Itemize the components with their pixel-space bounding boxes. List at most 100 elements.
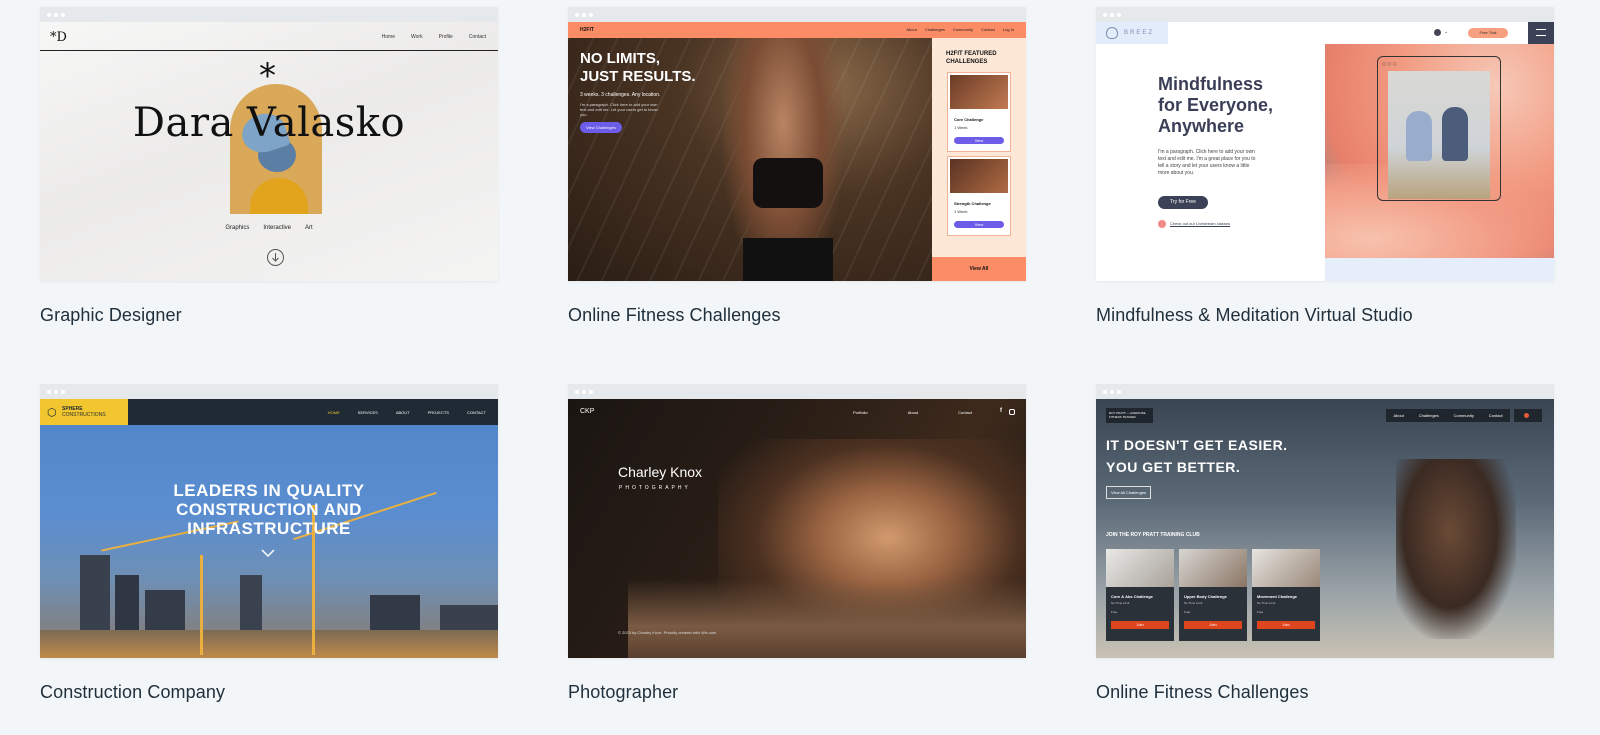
site-logo: *D	[50, 30, 67, 45]
hero-line-1: LEADERS IN QUALITY	[173, 481, 365, 500]
account-icon[interactable]	[1434, 29, 1441, 36]
tag-art[interactable]: Art	[305, 225, 313, 231]
account-menu[interactable]	[1514, 409, 1542, 422]
join-button[interactable]: Join	[1257, 621, 1315, 629]
nav-profile[interactable]: Profile	[439, 34, 453, 40]
nav-portfolio[interactable]: Portfolio	[853, 410, 868, 415]
challenge-image	[1106, 549, 1174, 587]
site-logo: ROY PRATT — EXERCISE FITNESS TRAINER	[1109, 411, 1146, 419]
nav-home[interactable]: HOME	[328, 410, 340, 415]
tag-interactive[interactable]: Interactive	[263, 225, 291, 231]
hero-heading: Mindfulness for Everyone, Anywhere	[1158, 74, 1274, 136]
challenge-name: Core & Abs Challenge	[1111, 594, 1153, 599]
site-nav: About Challenges Community Contact Log I…	[906, 27, 1014, 32]
hero-image: ○○○	[1325, 44, 1554, 258]
try-free-button[interactable]: Try for Free	[1158, 196, 1208, 209]
view-all-challenges-button[interactable]: View All Challenges	[1106, 486, 1152, 499]
challenge-view-button[interactable]: View	[954, 137, 1004, 144]
nav-projects[interactable]: PROJECTS	[428, 410, 449, 415]
challenge-card[interactable]: Movement Challenge No Time Limit Free Jo…	[1252, 549, 1320, 641]
account-icon	[1524, 413, 1529, 418]
window-dot	[1110, 13, 1114, 17]
challenge-card[interactable]: Core & Abs Challenge No Time Limit Free …	[1106, 549, 1174, 641]
facebook-icon[interactable]: f	[1000, 408, 1002, 414]
browser-chrome	[1096, 384, 1554, 399]
challenge-card[interactable]: Strength Challenge 1 Week View	[947, 156, 1011, 236]
challenge-card[interactable]: Core Challenge 1 Week View	[947, 72, 1011, 152]
free-trial-button[interactable]: Free Trial	[1468, 28, 1508, 38]
nav-services[interactable]: SERVICES	[358, 410, 378, 415]
challenge-duration: 1 Week	[954, 125, 968, 130]
nav-contact[interactable]: Contact	[1489, 413, 1503, 418]
nav-about[interactable]: About	[908, 410, 918, 415]
challenge-price: Free	[1257, 610, 1264, 614]
hero-paragraph: I'm a paragraph. Click here to add your …	[1158, 149, 1256, 176]
template-preview[interactable]: ROY PRATT — EXERCISE FITNESS TRAINER Abo…	[1096, 384, 1554, 658]
view-challenges-button[interactable]: View Challenges	[580, 122, 622, 133]
template-title[interactable]: Construction Company	[40, 682, 225, 703]
lotus-icon	[1106, 27, 1118, 39]
template-preview[interactable]: CKP Portfolio About Contact f Charley Kn…	[568, 384, 1026, 658]
challenge-image	[950, 75, 1008, 109]
template-title[interactable]: Photographer	[568, 682, 678, 703]
hero-title: LEADERS IN QUALITY CONSTRUCTION AND INFR…	[40, 481, 498, 538]
nav-contact[interactable]: CONTACT	[467, 410, 486, 415]
template-preview[interactable]: BREEZ ⌄ Free Trial Mindfulness for Every…	[1096, 7, 1554, 281]
window-dot	[582, 390, 586, 394]
window-dot	[575, 13, 579, 17]
chevron-down-icon[interactable]: ⌄	[1444, 29, 1448, 35]
template-title[interactable]: Online Fitness Challenges	[568, 305, 781, 326]
window-dot	[575, 390, 579, 394]
framed-photo: ○○○	[1377, 56, 1501, 201]
nav-about[interactable]: ABOUT	[396, 410, 410, 415]
tag-list: Graphics Interactive Art	[40, 225, 498, 231]
nav-about[interactable]: About	[1393, 413, 1403, 418]
view-all-link[interactable]: View All	[932, 257, 1026, 272]
nav-about[interactable]: About	[906, 27, 916, 32]
browser-chrome	[40, 384, 498, 399]
view-all-bar[interactable]: View All	[932, 257, 1026, 281]
site-nav: Portfolio About Contact	[853, 410, 972, 415]
nav-contact[interactable]: Contact	[958, 410, 972, 415]
hero-line-2: CONSTRUCTION AND	[176, 500, 362, 519]
challenge-price: Free	[1184, 610, 1191, 614]
nav-home[interactable]: Home	[382, 34, 395, 40]
instagram-icon[interactable]	[1009, 409, 1015, 415]
template-preview[interactable]: H2FIT About Challenges Community Contact…	[568, 7, 1026, 281]
challenge-card[interactable]: Upper Body Challenge No Time Limit Free …	[1179, 549, 1247, 641]
join-button[interactable]: Join	[1111, 621, 1169, 629]
livestream-icon	[1158, 220, 1166, 228]
club-heading: JOIN THE ROY PRATT TRAINING CLUB	[1106, 532, 1200, 538]
site-nav: HOME SERVICES ABOUT PROJECTS CONTACT	[328, 410, 486, 415]
hero-paragraph: I'm a paragraph. Click here to add your …	[580, 102, 658, 117]
nav-contact[interactable]: Contact	[981, 27, 995, 32]
nav-login[interactable]: Log In	[1003, 27, 1014, 32]
template-title[interactable]: Graphic Designer	[40, 305, 182, 326]
template-title[interactable]: Mindfulness & Meditation Virtual Studio	[1096, 305, 1413, 326]
nav-challenges[interactable]: Challenges	[925, 27, 945, 32]
scroll-down-icon[interactable]	[267, 249, 284, 266]
hero-image	[40, 425, 498, 658]
window-dot	[54, 390, 58, 394]
window-dot	[61, 390, 65, 394]
window-dot	[54, 13, 58, 17]
site-nav: About Challenges Community Contact	[1386, 409, 1510, 422]
tag-graphics[interactable]: Graphics	[225, 225, 249, 231]
join-button[interactable]: Join	[1184, 621, 1242, 629]
nav-community[interactable]: Community	[1454, 413, 1474, 418]
challenge-image	[1179, 549, 1247, 587]
nav-contact[interactable]: Contact	[469, 34, 486, 40]
menu-button[interactable]	[1528, 22, 1554, 44]
scroll-down-icon[interactable]	[260, 545, 276, 563]
window-dot	[61, 13, 65, 17]
template-preview[interactable]: *D Home Work Profile Contact * Dara Vala…	[40, 7, 498, 281]
nav-challenges[interactable]: Challenges	[1419, 413, 1439, 418]
template-title[interactable]: Online Fitness Challenges	[1096, 682, 1309, 703]
nav-community[interactable]: Community	[953, 27, 973, 32]
nav-work[interactable]: Work	[411, 34, 423, 40]
hexagon-icon: ⬡	[47, 407, 57, 419]
window-dot	[1117, 390, 1121, 394]
template-preview[interactable]: ⬡ SPHERE CONSTRUCTIONS HOME SERVICES ABO…	[40, 384, 498, 658]
livestream-link[interactable]: Check out our Livestream classes	[1170, 221, 1230, 226]
challenge-view-button[interactable]: View	[954, 221, 1004, 228]
